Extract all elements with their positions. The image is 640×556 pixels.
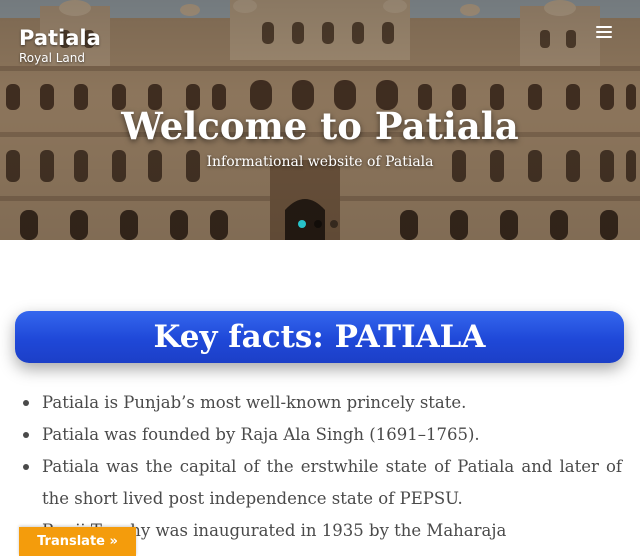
site-brand[interactable]: Patiala Royal Land [19, 26, 101, 66]
site-tagline: Royal Land [19, 51, 86, 65]
slider-dot-1[interactable] [298, 220, 306, 228]
hero-subheading: Informational website of Patiala [206, 154, 434, 170]
site-title[interactable]: Patiala [19, 26, 101, 50]
bullet-icon [23, 464, 29, 470]
slider-dot-2[interactable] [314, 220, 322, 228]
slider-pagination [298, 213, 346, 228]
hero-heading: Welcome to Patiala [121, 104, 519, 148]
key-facts-banner: Key facts: PATIALA [15, 311, 624, 363]
translate-button[interactable]: Translate » [19, 527, 136, 556]
bullet-icon [23, 432, 29, 438]
key-facts-heading: Key facts: PATIALA [153, 319, 486, 355]
fact-text: Patiala was the capital of the erstwhile… [42, 457, 622, 508]
fact-text: Patiala was founded by Raja Ala Singh (1… [42, 425, 480, 444]
fact-text: Patiala is Punjab’s most well-known prin… [42, 393, 467, 412]
list-item: Patiala is Punjab’s most well-known prin… [22, 387, 622, 419]
hamburger-menu-icon[interactable] [596, 26, 612, 40]
key-facts-list: Patiala is Punjab’s most well-known prin… [22, 387, 622, 547]
list-item: Patiala was the capital of the erstwhile… [22, 451, 622, 515]
slider-dot-3[interactable] [330, 220, 338, 228]
bullet-icon [23, 400, 29, 406]
list-item: Patiala was founded by Raja Ala Singh (1… [22, 419, 622, 451]
hero-slider: Patiala Royal Land Welcome to Patiala In… [0, 0, 640, 240]
